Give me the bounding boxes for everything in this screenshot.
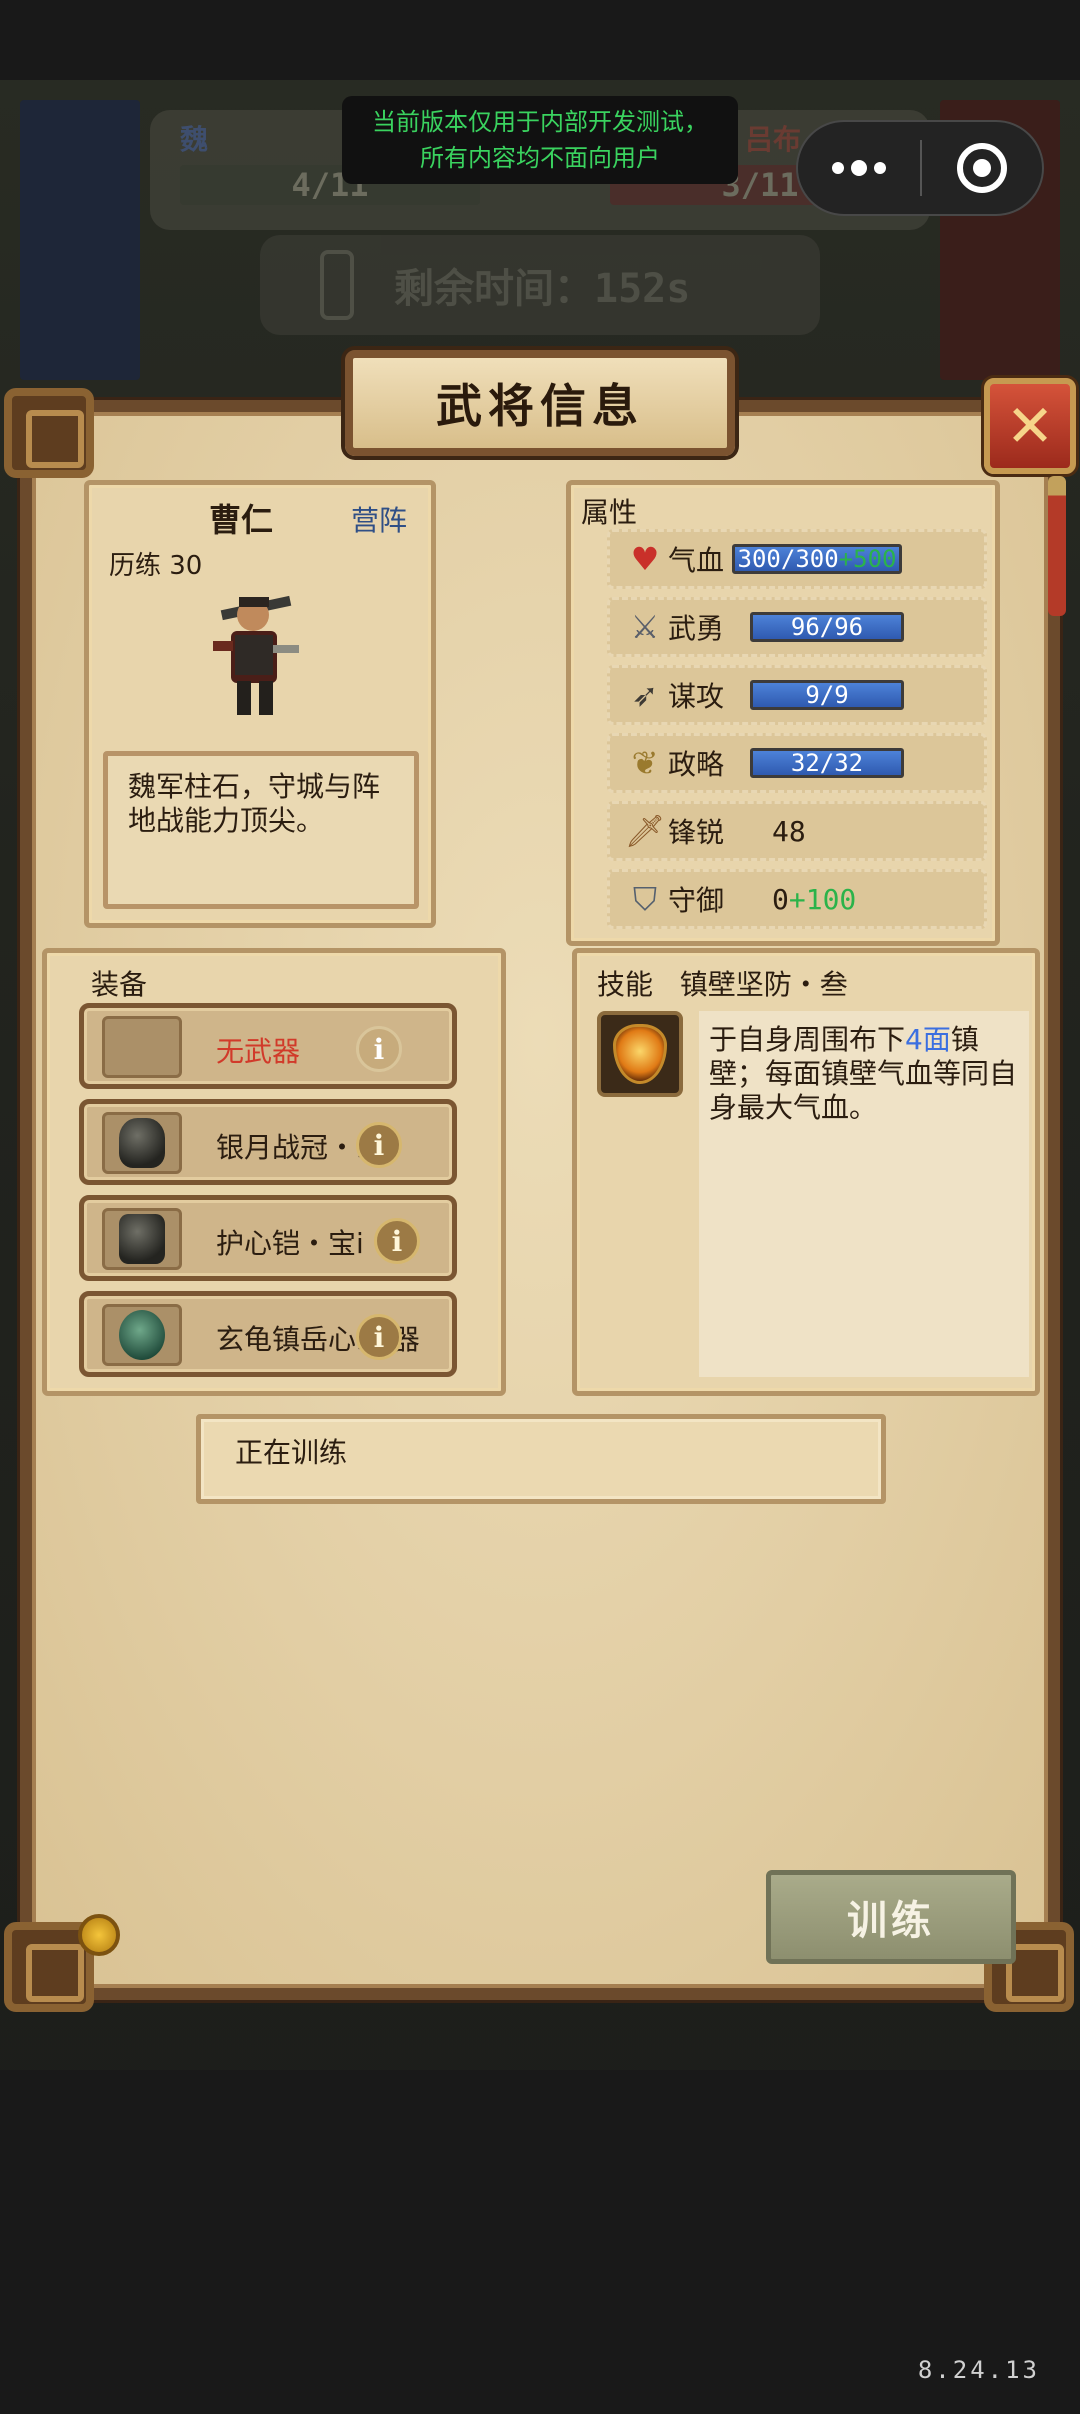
- version-label: 8.24.13: [917, 2356, 1040, 2384]
- right-faction-label: 吕布: [745, 123, 802, 156]
- attributes-header: 属性: [581, 496, 638, 529]
- skill-desc-before: 于自身周围布下: [709, 1023, 906, 1056]
- hero-card: 曹仁 营阵 历练 30 魏军柱石，守城与阵地战能力顶尖。: [84, 480, 436, 928]
- attr-value-sharpness: 48: [772, 814, 806, 848]
- toast-line-2: 所有内容均不面向用户: [420, 144, 660, 172]
- skill-description: 于自身周围布下4面镇壁；每面镇壁气血等同自身最大气血。: [699, 1011, 1029, 1377]
- sword-icon: 🗡: [624, 812, 666, 850]
- skill-desc-highlight: 4面: [905, 1023, 951, 1056]
- attr-row-defense: ⛉ 守御 0+100: [607, 869, 987, 929]
- attributes-panel: 属性 ♥ 气血 300/300 +500 ⚔ 武勇 96/96 ➶ 谋攻 9/9 …: [566, 480, 1000, 946]
- left-banner: [20, 100, 140, 380]
- crossed-swords-icon: ⚔: [630, 608, 660, 646]
- close-button[interactable]: ✕: [984, 378, 1076, 474]
- info-button[interactable]: i: [356, 1314, 402, 1360]
- screen: 魏 吕布 4/11 3/11 剩余时间：152s 当前版本仅用于内部开发测试， …: [0, 0, 1080, 2414]
- toast-line-1: 当前版本仅用于内部开发测试，: [372, 108, 708, 136]
- empty-slot-icon: [102, 1016, 182, 1078]
- wheat-icon: ❦: [631, 744, 659, 782]
- dot-icon: [874, 162, 886, 174]
- attr-bonus-defense: +100: [788, 882, 857, 916]
- attr-label-tactics: 政略: [668, 748, 725, 781]
- more-menu-button[interactable]: [798, 122, 920, 214]
- hero-camp: 营阵: [350, 504, 407, 537]
- equipment-name: 无武器: [216, 1035, 301, 1068]
- skill-name: 镇壁坚防・叁: [679, 968, 848, 1001]
- attr-label-valor: 武勇: [668, 612, 725, 645]
- countdown-timer: 剩余时间：152s: [260, 235, 820, 335]
- dot-icon: [832, 162, 844, 174]
- dev-warning-toast: 当前版本仅用于内部开发测试， 所有内容均不面向用户: [342, 96, 738, 184]
- attr-value-tactics: 32/32: [750, 748, 904, 778]
- left-faction-label: 魏: [180, 123, 209, 156]
- heart-icon: ♥: [630, 540, 660, 578]
- coin-icon: [78, 1914, 120, 1956]
- shield-skill-icon[interactable]: [597, 1011, 683, 1097]
- attr-row-strategy-attack: ➶ 谋攻 9/9: [607, 665, 987, 725]
- target-icon: [957, 143, 1007, 193]
- info-button[interactable]: i: [356, 1026, 402, 1072]
- armor-icon: [102, 1208, 182, 1270]
- hero-sprite-icon: [213, 595, 299, 715]
- train-button[interactable]: 训练: [766, 1870, 1016, 1964]
- info-button[interactable]: i: [374, 1218, 420, 1264]
- skill-panel: 技能 镇壁坚防・叁 于自身周围布下4面镇壁；每面镇壁气血等同自身最大气血。: [572, 948, 1040, 1396]
- equipment-slot-armor[interactable]: 护心铠・宝i i: [79, 1195, 457, 1281]
- equipment-slot-weapon[interactable]: 无武器 i: [79, 1003, 457, 1089]
- attr-row-valor: ⚔ 武勇 96/96: [607, 597, 987, 657]
- attr-bar-hp: 300/300 +500: [732, 544, 902, 574]
- attr-value-defense: 0: [772, 882, 789, 916]
- attr-value-strategy-attack: 9/9: [750, 680, 904, 710]
- attr-value-valor: 96/96: [750, 612, 904, 642]
- equipment-slot-helmet[interactable]: 银月战冠・i器 i: [79, 1099, 457, 1185]
- skill-header: 技能: [597, 968, 654, 1001]
- bow-icon: ➶: [631, 676, 659, 714]
- hourglass-icon: [320, 250, 354, 320]
- attr-label-strategy-attack: 谋攻: [668, 680, 725, 713]
- equipment-name: 护心铠・宝i: [216, 1227, 364, 1260]
- attr-defense-values: 0+100: [772, 883, 856, 916]
- hero-name: 曹仁: [209, 501, 274, 539]
- attr-row-sharpness: 🗡 锋锐 48: [607, 801, 987, 861]
- hero-description: 魏军柱石，守城与阵地战能力顶尖。: [103, 751, 419, 909]
- equipment-panel: 装备 无武器 i 银月战冠・i器 i 护心铠・宝i i 玄龟镇岳心i宝器 i: [42, 948, 506, 1396]
- shield-icon: ⛉: [632, 879, 657, 918]
- miniprogram-capsule: [796, 120, 1044, 216]
- attr-row-hp: ♥ 气血 300/300 +500: [607, 529, 987, 589]
- attr-bonus-hp: +500: [838, 545, 897, 573]
- tassel-ornament: [1048, 476, 1066, 616]
- skill-header-line: 技能 镇壁坚防・叁: [597, 963, 848, 1003]
- attr-value-hp: 300/300: [737, 545, 839, 573]
- turtle-icon: [102, 1304, 182, 1366]
- training-status: 正在训练: [235, 1436, 348, 1469]
- close-miniprogram-button[interactable]: [922, 143, 1042, 193]
- dialog-title: 武将信息: [345, 350, 735, 456]
- hero-experience: 历练 30: [109, 551, 203, 581]
- countdown-text: 剩余时间：152s: [394, 266, 691, 312]
- attr-label-sharpness: 锋锐: [668, 816, 725, 849]
- corner-ornament-icon: [4, 388, 94, 478]
- equipment-slot-treasure[interactable]: 玄龟镇岳心i宝器 i: [79, 1291, 457, 1377]
- attr-label-hp: 气血: [668, 544, 725, 577]
- attr-label-defense: 守御: [668, 884, 725, 917]
- training-status-box: 正在训练: [196, 1414, 886, 1504]
- dot-icon: [851, 160, 867, 176]
- helmet-icon: [102, 1112, 182, 1174]
- equipment-header: 装备: [91, 968, 148, 1001]
- attr-row-tactics: ❦ 政略 32/32: [607, 733, 987, 793]
- info-button[interactable]: i: [356, 1122, 402, 1168]
